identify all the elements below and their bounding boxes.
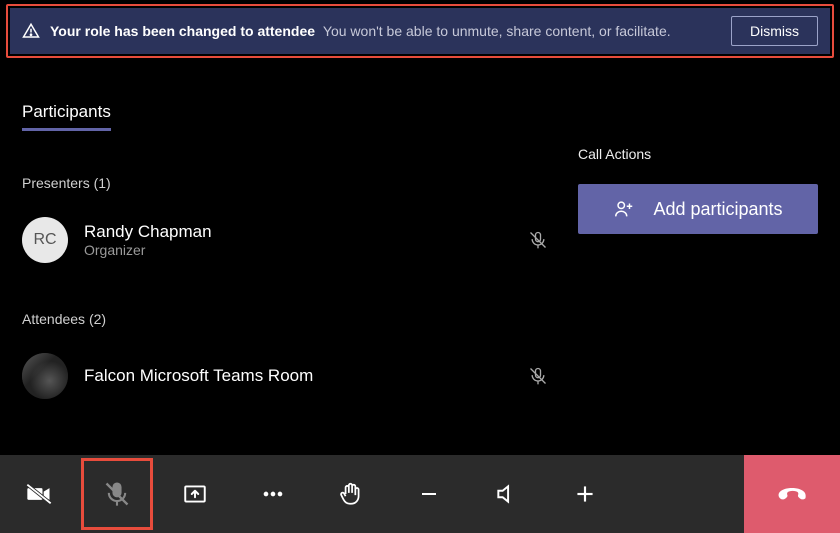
share-button[interactable] (156, 455, 234, 533)
warning-icon (22, 22, 40, 40)
attendees-label: Attendees (2) (22, 311, 558, 327)
presenter-role: Organizer (84, 242, 502, 258)
add-participants-button[interactable]: Add participants (578, 184, 818, 234)
dismiss-button[interactable]: Dismiss (731, 16, 818, 46)
presenters-label: Presenters (1) (22, 175, 558, 191)
attendee-row[interactable]: Falcon Microsoft Teams Room (22, 353, 558, 399)
role-changed-banner: Your role has been changed to attendee Y… (10, 8, 830, 54)
volume-button[interactable] (468, 455, 546, 533)
avatar: RC (22, 217, 68, 263)
avatar (22, 353, 68, 399)
add-people-icon (613, 198, 635, 220)
attendee-name: Falcon Microsoft Teams Room (84, 366, 502, 386)
minus-button[interactable] (390, 455, 468, 533)
add-participants-label: Add participants (653, 199, 782, 220)
call-toolbar (0, 455, 840, 533)
camera-off-button[interactable] (0, 455, 78, 533)
call-actions-label: Call Actions (578, 146, 818, 162)
mic-muted-icon (518, 366, 558, 386)
hang-up-button[interactable] (744, 455, 840, 533)
banner-text: Your role has been changed to attendee Y… (50, 23, 721, 39)
presenter-name: Randy Chapman (84, 222, 502, 242)
mic-off-button[interactable] (78, 455, 156, 533)
raise-hand-button[interactable] (312, 455, 390, 533)
tab-participants[interactable]: Participants (22, 102, 111, 131)
mic-muted-icon (518, 230, 558, 250)
more-button[interactable] (234, 455, 312, 533)
plus-button[interactable] (546, 455, 624, 533)
presenter-row[interactable]: RC Randy Chapman Organizer (22, 217, 558, 263)
